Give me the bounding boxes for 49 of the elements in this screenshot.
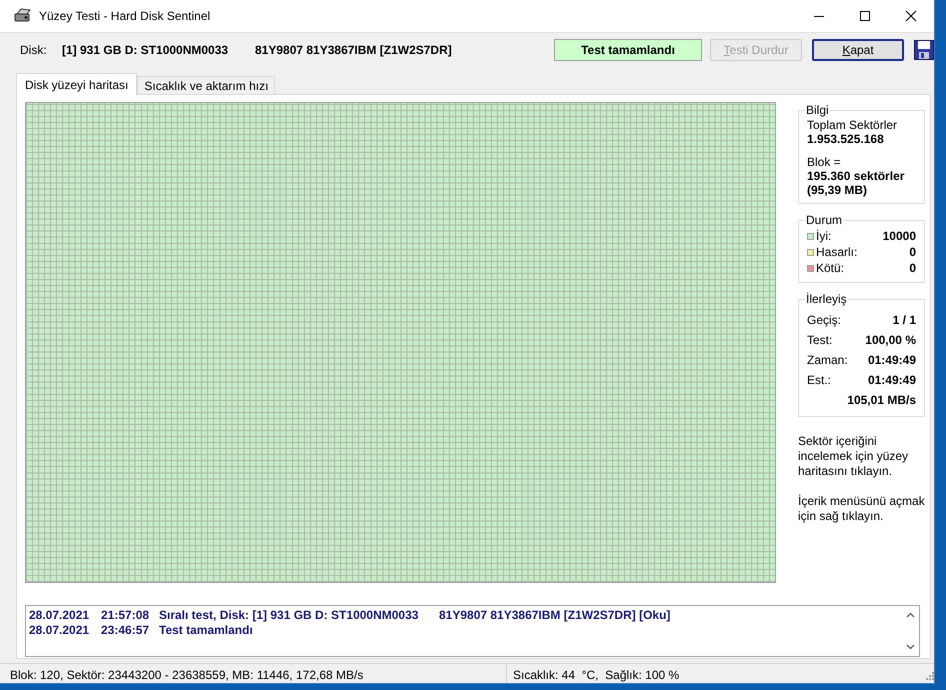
info-value: (95,39 MB) — [807, 183, 868, 197]
tab[interactable]: Disk yüzeyi haritası — [16, 73, 138, 95]
maximize-icon[interactable] — [859, 10, 871, 22]
progress-value: 1 / 1 — [892, 313, 916, 327]
app-icon — [14, 8, 32, 24]
info-value: 1.953.525.168 — [807, 132, 885, 146]
hint-text: Sektör içeriğini incelemek için yüzey haritasını tıklayın. — [798, 434, 910, 479]
log-message: Sıralı test, Disk: [1] 931 GB D: ST1000NM0033 — [159, 608, 420, 623]
tab[interactable]: Sıcaklık ve aktarım hızı — [137, 76, 276, 94]
progress-value: 01:49:49 — [868, 373, 916, 387]
status-count: 0 — [909, 261, 916, 275]
window-title: Yüzey Testi - Hard Disk Sentinel — [39, 9, 212, 23]
progress-label: Geçiş: — [807, 313, 842, 327]
close-icon[interactable] — [905, 10, 917, 22]
progress-label: Est.: — [807, 373, 832, 387]
group-title: Durum — [805, 213, 844, 227]
disk-name: [1] 931 GB D: ST1000NM0033 — [62, 43, 230, 57]
transfer-speed: 105,01 MB/s — [846, 392, 916, 409]
log-date: 28.07.2021 — [29, 608, 90, 623]
group-title: Bilgi — [805, 103, 830, 117]
status-label: Hasarlı: — [816, 245, 858, 259]
resize-grip-icon — [924, 670, 934, 680]
status-count: 0 — [909, 245, 916, 259]
status-label: İyi: — [816, 229, 832, 243]
test-status: Test tamamlandı — [554, 39, 702, 61]
scroll-down-icon[interactable] — [906, 644, 915, 650]
log-time: 21:57:08 — [101, 608, 150, 623]
progress-value: 01:49:49 — [868, 353, 916, 367]
info-value: 195.360 sektörler — [807, 169, 906, 183]
status-text: Blok: 120, Sektör: 23443200 - 23638559, MB: 11446, 172,68 MB/s — [10, 664, 507, 683]
progress-label: Test: — [807, 333, 832, 347]
status-text: Sıcaklık: 44 °C, Sağlık: 100 % — [512, 668, 680, 682]
info-label: Blok = — [807, 155, 842, 169]
status-count: 10000 — [882, 229, 916, 243]
hint-text: İçerik menüsünü açmak için sağ tıklayın. — [798, 494, 925, 524]
log-date: 28.07.2021 — [29, 623, 90, 638]
scroll-up-icon[interactable] — [906, 612, 915, 618]
disk-serial: 81Y9807 81Y3867IBM [Z1W2S7DR] — [255, 43, 453, 57]
log-time: 23:46:57 — [101, 623, 150, 638]
close-button[interactable]: Kapat — [812, 39, 904, 61]
disk-label: Disk: — [20, 43, 48, 57]
log-message: Test tamamlandı — [159, 623, 253, 638]
progress-label: Zaman: — [807, 353, 848, 367]
log-detail: 81Y9807 81Y3867IBM [Z1W2S7DR] [Oku] — [439, 608, 670, 623]
status-label: Kötü: — [816, 261, 844, 275]
group-title: İlerleyiş — [805, 292, 848, 306]
progress-value: 100,00 % — [865, 333, 916, 347]
info-label: Toplam Sektörler — [807, 118, 898, 132]
floppy-icon[interactable] — [914, 40, 934, 60]
